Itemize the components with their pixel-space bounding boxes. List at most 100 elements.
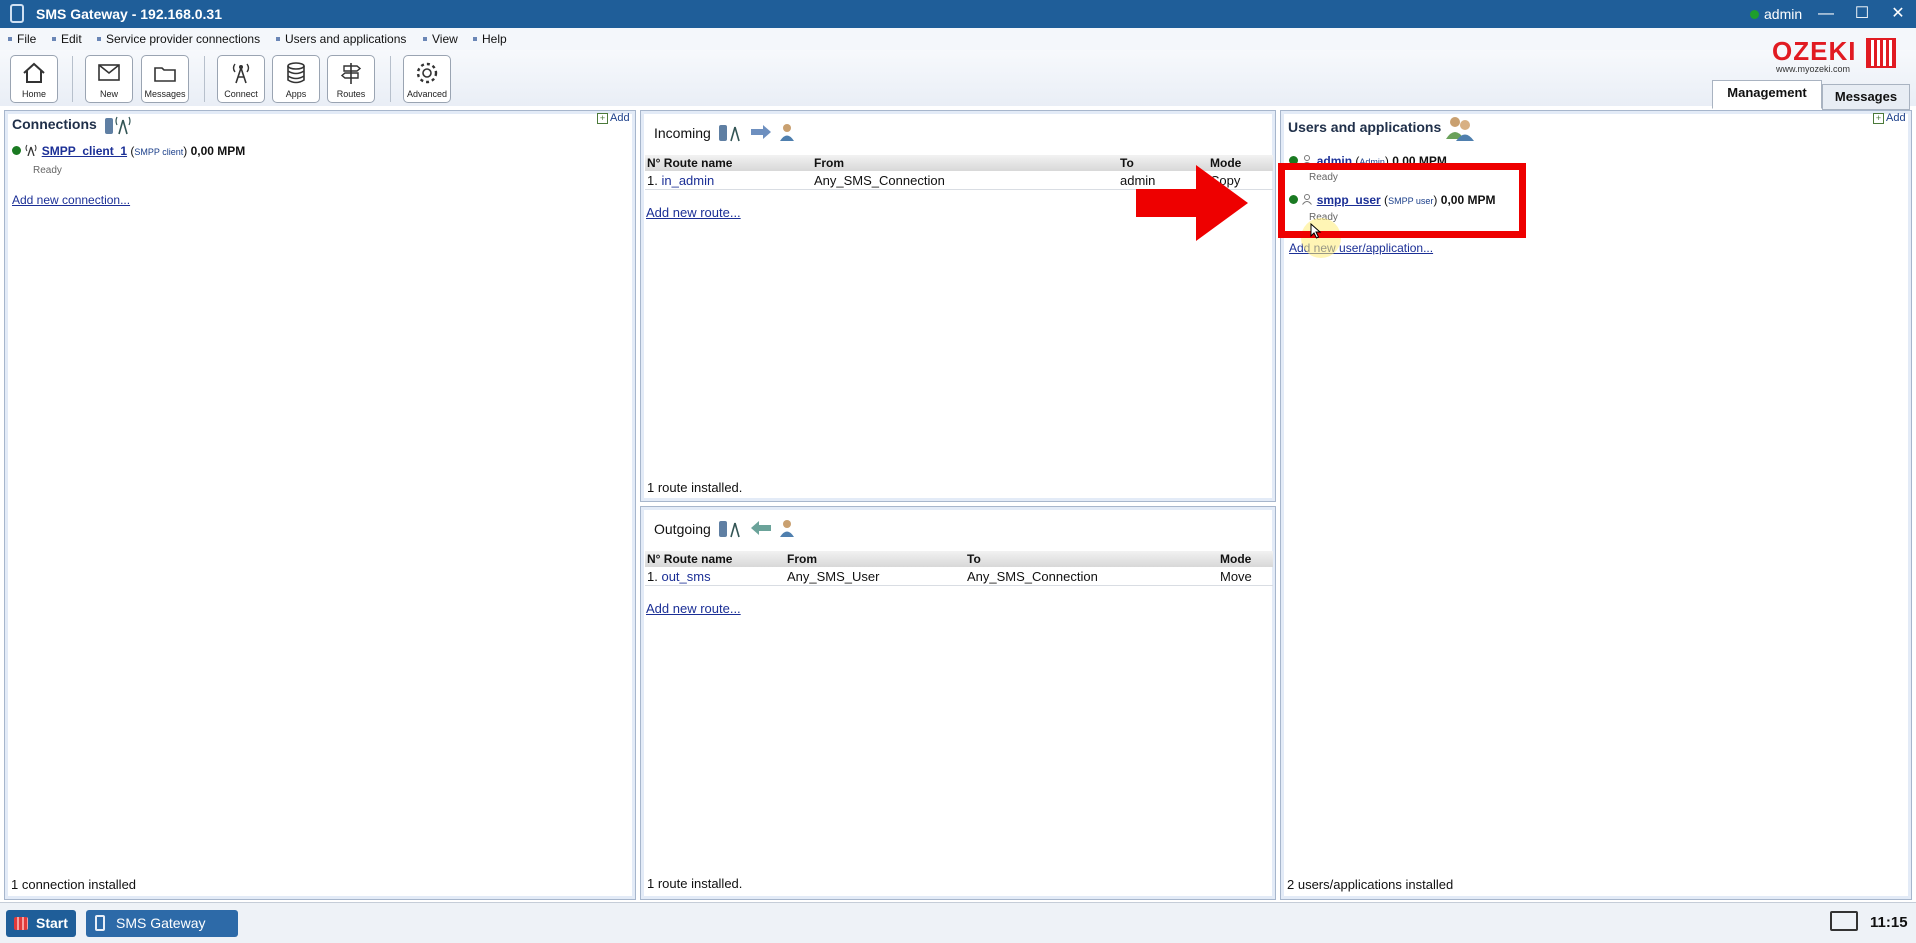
home-label: Home <box>21 89 46 99</box>
connection-rate: 0,00 MPM <box>190 144 246 158</box>
messages-label: Messages <box>144 89 186 99</box>
route-cell: 1. out_sms <box>645 567 785 586</box>
connections-add-link[interactable]: Add <box>597 112 630 124</box>
connections-panel: Connections Add SMPP_client_1 (SMPP clie… <box>4 110 636 900</box>
route-mode: Move <box>1218 567 1273 586</box>
logged-in-user[interactable]: admin <box>1750 6 1802 22</box>
toolbar-separator <box>72 56 73 102</box>
connections-antenna-icon <box>105 116 131 135</box>
antenna-icon <box>25 144 37 157</box>
add-new-outgoing-route-link[interactable]: Add new route... <box>646 601 741 616</box>
column-header-from: From <box>785 551 965 567</box>
route-name-link[interactable]: in_admin <box>661 173 714 188</box>
column-header-route-name: N° Route name <box>645 155 812 171</box>
outgoing-title: Outgoing <box>654 521 711 537</box>
signpost-icon <box>340 63 362 84</box>
column-header-to: To <box>965 551 1218 567</box>
toolbar: Home New Messages Connect Apps Routes Ad… <box>0 50 1916 106</box>
incoming-footer: 1 route installed. <box>647 480 743 495</box>
menu-users-and-applications[interactable]: Users and applications <box>276 32 406 46</box>
users-add-link[interactable]: Add <box>1873 112 1906 124</box>
route-number: 1. <box>647 172 658 188</box>
toolbar-separator <box>390 56 391 102</box>
title-bar: SMS Gateway - 192.168.0.31 admin — ☐ ✕ <box>0 0 1916 28</box>
taskbar: Start SMS Gateway 11:15 <box>0 902 1916 943</box>
minimize-button[interactable]: — <box>1811 3 1841 25</box>
start-button[interactable]: Start <box>6 910 76 937</box>
ozeki-logo: OZEKI www.myozeki.com <box>1770 36 1900 76</box>
start-grid-icon <box>14 917 28 930</box>
new-label: New <box>99 89 118 99</box>
gear-icon <box>416 62 438 84</box>
home-button[interactable]: Home <box>10 55 58 103</box>
add-new-connection-link[interactable]: Add new connection... <box>12 193 130 207</box>
connection-status: Ready <box>33 165 62 176</box>
status-dot-icon <box>1750 10 1759 19</box>
route-to: Any_SMS_Connection <box>965 567 1218 586</box>
connections-title: Connections <box>12 116 97 132</box>
taskbar-app-sms-gateway[interactable]: SMS Gateway <box>86 910 238 937</box>
connections-footer: 1 connection installed <box>11 877 137 892</box>
route-number: 1. <box>647 568 658 584</box>
connection-name-link[interactable]: SMPP_client_1 <box>42 144 127 158</box>
folder-icon <box>154 67 176 82</box>
maximize-button[interactable]: ☐ <box>1847 3 1877 25</box>
users-title: Users and applications <box>1288 119 1442 135</box>
taskbar-app-label: SMS Gateway <box>116 915 206 931</box>
advanced-label: Advanced <box>406 89 448 99</box>
mouse-cursor-icon <box>1310 223 1322 239</box>
close-button[interactable]: ✕ <box>1883 3 1913 25</box>
menu-edit[interactable]: Edit <box>52 32 82 46</box>
clock: 11:15 <box>1870 914 1908 931</box>
monitor-icon[interactable] <box>1830 911 1858 931</box>
table-row[interactable]: 1. out_sms Any_SMS_User Any_SMS_Connecti… <box>645 567 1273 586</box>
menu-service-provider-connections[interactable]: Service provider connections <box>97 32 260 46</box>
database-icon <box>287 62 305 84</box>
new-message-icon <box>98 64 120 81</box>
tab-management[interactable]: Management <box>1712 80 1822 109</box>
logo-url: www.myozeki.com <box>1776 64 1851 74</box>
red-arrow-icon <box>1136 165 1248 241</box>
home-icon <box>23 62 45 83</box>
routes-label: Routes <box>336 89 366 99</box>
antenna-icon <box>232 63 250 84</box>
user-name: admin <box>1764 6 1803 22</box>
messages-button[interactable]: Messages <box>141 55 189 103</box>
route-from: Any_SMS_Connection <box>812 171 1118 190</box>
column-header-from: From <box>812 155 1118 171</box>
menu-help[interactable]: Help <box>473 32 507 46</box>
menu-file[interactable]: File <box>8 32 36 46</box>
connection-row[interactable]: SMPP_client_1 (SMPP client) 0,00 MPM <box>12 144 245 158</box>
app-icon <box>10 4 24 23</box>
add-new-incoming-route-link[interactable]: Add new route... <box>646 205 741 220</box>
users-footer: 2 users/applications installed <box>1287 877 1454 892</box>
logo-grid-icon <box>1866 38 1896 68</box>
menu-view[interactable]: View <box>423 32 458 46</box>
connect-button[interactable]: Connect <box>217 55 265 103</box>
window-title: SMS Gateway - 192.168.0.31 <box>36 6 222 22</box>
advanced-button[interactable]: Advanced <box>403 55 451 103</box>
incoming-title: Incoming <box>654 125 711 141</box>
logo-word: OZEKI <box>1772 36 1857 66</box>
outgoing-footer: 1 route installed. <box>647 876 743 891</box>
column-header-route-name: N° Route name <box>645 551 785 567</box>
column-header-mode: Mode <box>1218 551 1273 567</box>
apps-label: Apps <box>285 89 307 99</box>
outgoing-flow-icon <box>719 520 794 538</box>
outgoing-panel: Outgoing N° Route name From To Mode 1. o… <box>640 506 1276 900</box>
connect-label: Connect <box>224 89 258 99</box>
menu-bar: File Edit Service provider connections U… <box>0 28 1916 50</box>
status-dot-icon <box>12 146 21 155</box>
users-icon <box>1446 117 1474 141</box>
new-button[interactable]: New <box>85 55 133 103</box>
apps-button[interactable]: Apps <box>272 55 320 103</box>
phone-icon <box>95 915 105 931</box>
route-cell: 1. in_admin <box>645 171 812 190</box>
route-name-link[interactable]: out_sms <box>661 569 710 584</box>
toolbar-separator <box>204 56 205 102</box>
incoming-flow-icon <box>719 124 794 142</box>
tab-messages[interactable]: Messages <box>1822 84 1910 110</box>
route-from: Any_SMS_User <box>785 567 965 586</box>
routes-button[interactable]: Routes <box>327 55 375 103</box>
start-label: Start <box>36 915 68 931</box>
